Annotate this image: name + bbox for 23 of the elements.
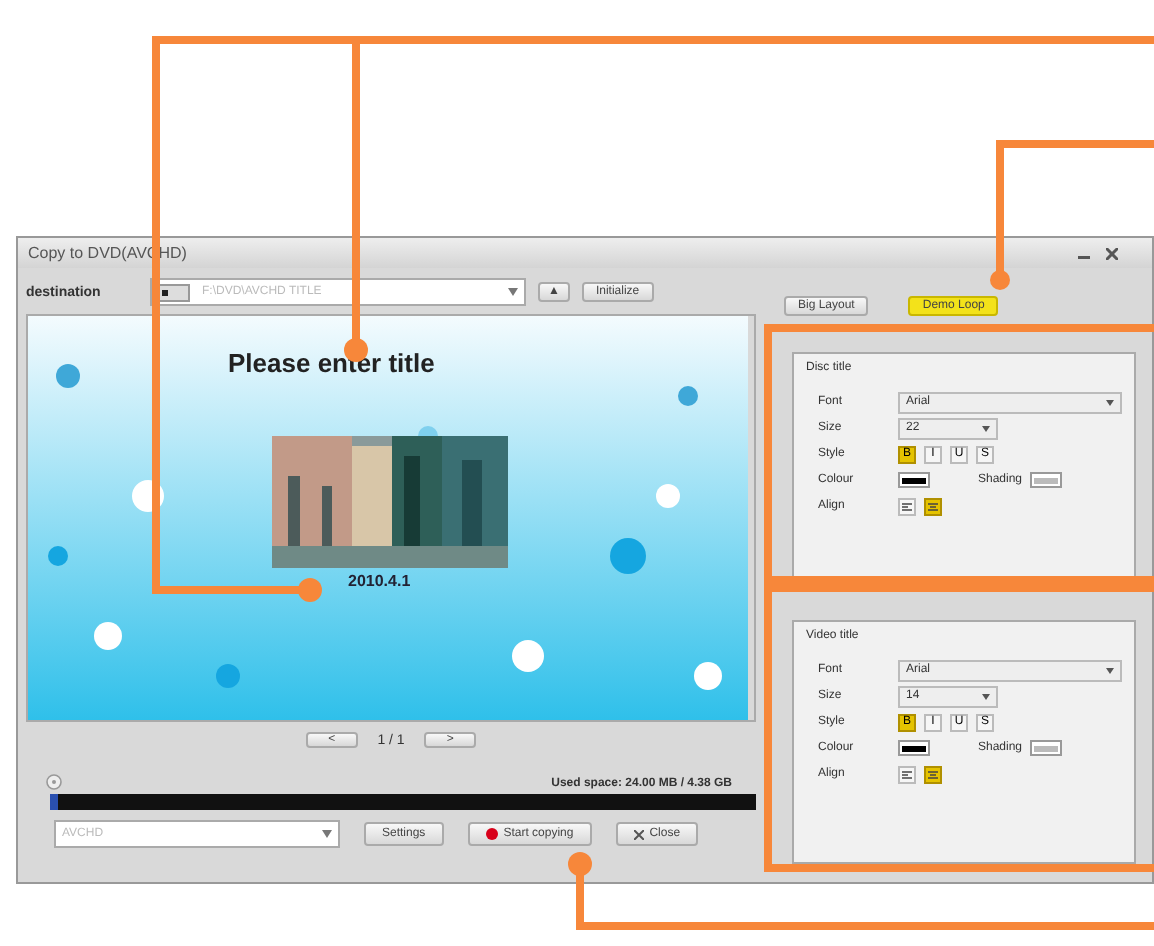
dropdown-arrow-icon	[982, 693, 990, 699]
record-icon	[485, 828, 498, 840]
align-button[interactable]	[924, 497, 942, 515]
disc-icon	[46, 772, 62, 790]
dropdown-arrow-icon	[982, 425, 990, 431]
colour-swatch[interactable]	[898, 472, 930, 488]
align-icon	[928, 501, 938, 511]
dropdown-arrow-icon	[322, 830, 332, 838]
close-icon	[633, 829, 644, 839]
align-icon	[928, 769, 938, 779]
shading-swatch[interactable]	[1030, 740, 1063, 756]
dropdown-arrow-icon	[1106, 667, 1114, 673]
align-button[interactable]	[924, 765, 942, 783]
shading-swatch[interactable]	[1030, 472, 1063, 488]
close-icon	[1106, 247, 1118, 259]
dropdown-arrow-icon	[508, 288, 518, 296]
align-icon	[902, 501, 912, 511]
align-button[interactable]	[898, 497, 916, 515]
drive-icon	[158, 283, 190, 301]
dropdown-arrow-icon	[1106, 399, 1114, 405]
align-button[interactable]	[898, 765, 916, 783]
align-icon	[902, 769, 912, 779]
colour-swatch[interactable]	[898, 740, 930, 756]
